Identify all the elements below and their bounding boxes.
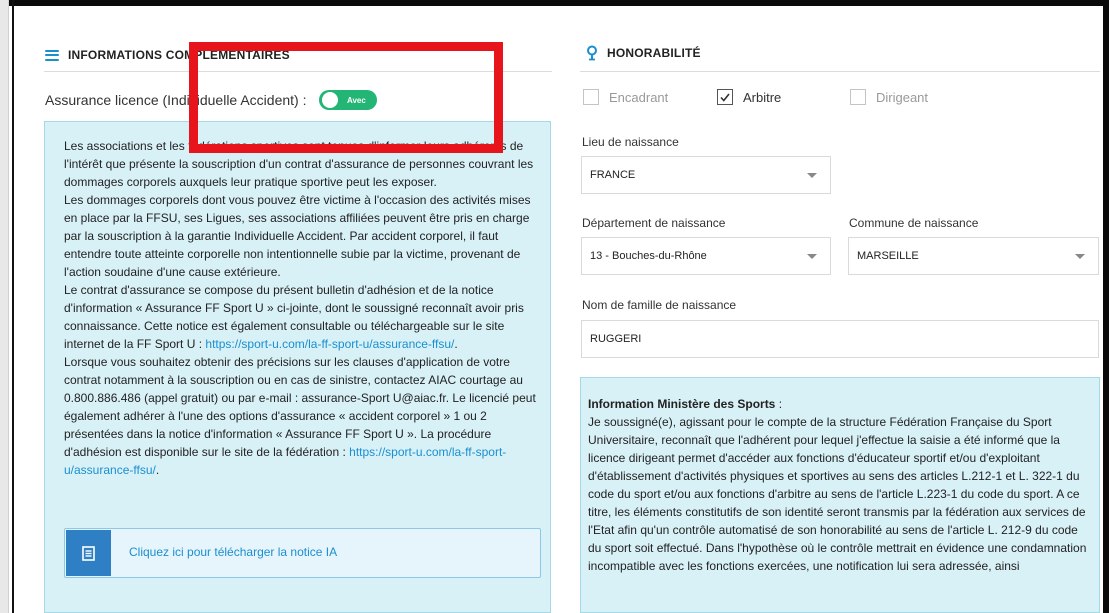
info-paragraph: Le contrat d'assurance se compose du pré… [64, 283, 524, 351]
ministere-info-title: Information Ministère des Sports : [588, 397, 783, 411]
window-top-border [0, 0, 1109, 6]
role-label: Arbitre [743, 89, 782, 105]
checkbox-dirigeant[interactable] [850, 89, 866, 105]
assurance-info-text: Les associations et les fédérations spor… [64, 137, 542, 479]
nom-naissance-input[interactable]: RUGGERI [581, 320, 1099, 358]
document-icon [82, 545, 95, 561]
chevron-down-icon [807, 253, 817, 259]
departement-label: Département de naissance [582, 216, 726, 230]
chevron-down-icon [807, 172, 817, 178]
document-icon-container [66, 530, 111, 576]
role-label: Dirigeant [876, 89, 929, 105]
window-left-edge [12, 0, 14, 613]
info-paragraph: Lorsque vous souhaitez obtenir des préci… [64, 355, 536, 477]
checkbox-encadrant[interactable] [583, 89, 599, 105]
role-encadrant[interactable]: Encadrant [583, 89, 668, 105]
section-divider [580, 71, 1100, 72]
commune-value: MARSEILLE [857, 250, 919, 262]
departement-value: 13 - Bouches-du-Rhône [590, 250, 707, 262]
info-paragraph: Les dommages corporels dont vous pouvez … [64, 193, 531, 279]
checkbox-arbitre[interactable] [717, 89, 733, 105]
role-label: Encadrant [609, 89, 669, 105]
checkmark-icon [720, 93, 730, 102]
lieu-naissance-select[interactable]: FRANCE [581, 156, 831, 194]
menu-icon [45, 49, 59, 61]
chevron-down-icon [1075, 253, 1085, 259]
lieu-naissance-value: FRANCE [590, 169, 636, 181]
assurance-link[interactable]: https://sport-u.com/la-ff-sport-u/assura… [205, 337, 454, 351]
role-dirigeant[interactable]: Dirigeant [850, 89, 928, 105]
window-left-border [0, 0, 9, 613]
commune-select[interactable]: MARSEILLE [848, 237, 1099, 275]
section-header-honorabilite: HONORABILITÉ [585, 45, 701, 61]
commune-label: Commune de naissance [849, 216, 979, 230]
role-arbitre[interactable]: Arbitre [717, 89, 781, 105]
section-title: HONORABILITÉ [607, 46, 701, 60]
highlight-rectangle [189, 42, 503, 153]
ministere-info-text: Je soussigné(e), agissant pour le compte… [588, 415, 1087, 573]
window-right-border [1103, 0, 1109, 613]
pin-icon [587, 45, 597, 61]
lieu-naissance-label: Lieu de naissance [582, 135, 679, 149]
download-notice-label[interactable]: Cliquez ici pour télécharger la notice I… [129, 545, 337, 559]
departement-select[interactable]: 13 - Bouches-du-Rhône [581, 237, 831, 275]
nom-naissance-label: Nom de famille de naissance [582, 298, 737, 312]
